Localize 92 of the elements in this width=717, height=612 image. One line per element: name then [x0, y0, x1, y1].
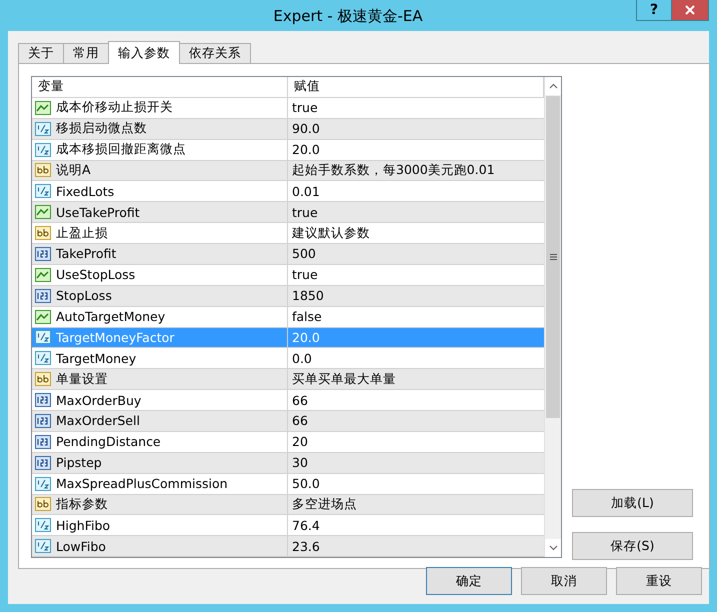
parameter-row[interactable]: LowFibo 23.6	[32, 536, 544, 558]
parameter-value: 23.6	[292, 538, 320, 554]
variable-name: MaxSpreadPlusCommission	[56, 476, 228, 492]
variable-name: MaxOrderSell	[56, 413, 140, 428]
variable-name: 说明A	[56, 162, 91, 179]
parameter-value: 0.01	[292, 184, 320, 199]
parameter-value: 90.0	[292, 121, 320, 136]
parameter-row[interactable]: 单量设置 买单买单最大单量	[32, 369, 544, 390]
window-title: Expert - 极速黄金-EA	[272, 6, 424, 27]
scrollbar[interactable]	[544, 77, 561, 557]
fraction-type-icon	[35, 184, 51, 198]
tab[interactable]: 关于	[18, 43, 64, 63]
parameter-row[interactable]: TakeProfit 500	[32, 244, 544, 265]
variable-name: StopLoss	[56, 288, 112, 304]
parameter-value: 50.0	[292, 476, 320, 492]
tab[interactable]: 输入参数	[108, 41, 180, 64]
parameter-value: true	[292, 267, 318, 282]
column-header[interactable]: 变量	[32, 77, 288, 97]
variable-name: 指标参数	[56, 496, 108, 513]
parameter-value: 买单买单最大单量	[292, 370, 396, 388]
text-type-icon	[35, 372, 51, 386]
dialog-button[interactable]: 取消	[521, 567, 607, 595]
close-button[interactable]	[672, 0, 709, 21]
parameter-value: 20.0	[292, 142, 320, 158]
parameter-value: 30	[292, 455, 308, 470]
parameter-value: 多空进场点	[292, 496, 357, 513]
parameter-value: 20	[292, 434, 308, 450]
dialog-button[interactable]: 重设	[616, 567, 702, 595]
boolean-type-icon	[35, 268, 51, 282]
parameter-row[interactable]: 移损启动微点数 90.0	[32, 118, 544, 140]
parameter-row[interactable]: 说明A 起始手数系数，每3000美元跑0.01	[32, 160, 544, 182]
integer-type-icon	[35, 456, 51, 470]
parameter-row[interactable]: 指标参数 多空进场点	[32, 494, 544, 516]
variable-name: UseTakeProfit	[56, 204, 140, 220]
variable-name: TargetMoneyFactor	[56, 330, 174, 345]
variable-name: UseStopLoss	[56, 267, 136, 282]
boolean-type-icon	[35, 205, 51, 220]
variable-name: 止盈止损	[56, 224, 108, 242]
parameter-value: 0.0	[292, 350, 312, 366]
fraction-type-icon	[35, 122, 51, 136]
variable-name: LowFibo	[56, 538, 106, 554]
fraction-type-icon	[35, 476, 51, 491]
text-type-icon	[35, 497, 51, 512]
parameter-value: true	[292, 100, 318, 116]
parameter-value: 1850	[292, 288, 324, 304]
parameter-value: 20.0	[292, 330, 320, 345]
fraction-type-icon	[35, 351, 51, 366]
parameter-row[interactable]: UseTakeProfit true	[32, 202, 544, 224]
variable-name: 单量设置	[56, 370, 108, 388]
parameter-value: 76.4	[292, 518, 320, 533]
side-button[interactable]: 加载(L)	[572, 489, 693, 517]
parameter-row[interactable]: Pipstep 30	[32, 452, 544, 474]
integer-type-icon	[35, 434, 51, 449]
parameter-value: true	[292, 204, 318, 220]
grip-icon	[550, 254, 556, 260]
variable-name: 成本价移动止损开关	[56, 99, 173, 116]
integer-type-icon	[35, 246, 51, 261]
parameter-value: false	[292, 309, 322, 324]
variable-name: MaxOrderBuy	[56, 392, 142, 408]
variable-name: PendingDistance	[56, 434, 161, 450]
dialog-button[interactable]: 确定	[426, 567, 512, 595]
parameter-value: 500	[292, 246, 316, 262]
text-type-icon	[35, 163, 51, 178]
parameter-value: 建议默认参数	[292, 224, 370, 242]
variable-name: AutoTargetMoney	[56, 309, 166, 324]
variable-name: Pipstep	[56, 455, 102, 470]
side-button[interactable]: 保存(S)	[572, 532, 693, 560]
text-type-icon	[35, 226, 51, 240]
parameter-row[interactable]: StopLoss 1850	[32, 286, 544, 307]
integer-type-icon	[35, 414, 51, 428]
boolean-type-icon	[35, 310, 51, 324]
boolean-type-icon	[35, 100, 51, 115]
variable-name: TargetMoney	[56, 350, 136, 366]
fraction-type-icon	[35, 539, 51, 554]
variable-name: HighFibo	[56, 518, 110, 533]
tab[interactable]: 常用	[63, 43, 109, 63]
variable-name: FixedLots	[56, 184, 114, 199]
tab[interactable]: 依存关系	[179, 43, 251, 63]
parameter-value: 起始手数系数，每3000美元跑0.01	[292, 162, 495, 179]
parameter-value: 66	[292, 413, 308, 428]
fraction-type-icon	[35, 142, 51, 157]
help-button[interactable]: ?	[636, 0, 672, 21]
parameter-row[interactable]: MaxOrderSell 66	[32, 411, 544, 432]
fraction-type-icon	[35, 518, 51, 532]
variable-name: 移损启动微点数	[56, 120, 147, 138]
variable-name: TakeProfit	[56, 246, 116, 262]
integer-type-icon	[35, 288, 51, 303]
integer-type-icon	[35, 393, 51, 408]
close-icon	[685, 5, 695, 15]
fraction-type-icon	[35, 330, 51, 344]
parameter-value: 66	[292, 392, 308, 408]
variable-name: 成本移损回撤距离微点	[56, 141, 186, 158]
